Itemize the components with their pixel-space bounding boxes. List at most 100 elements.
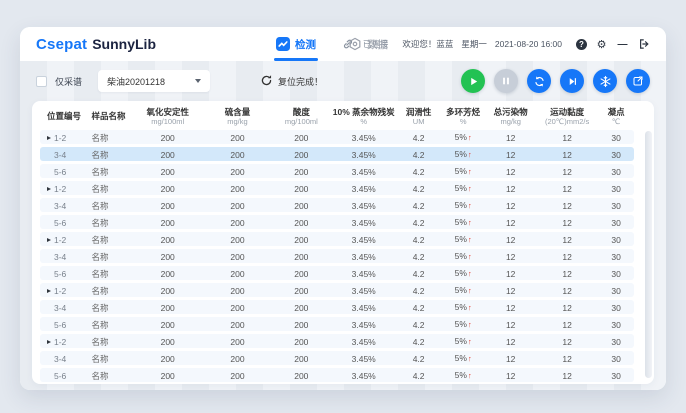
cell-contaminants: 12 xyxy=(485,301,535,315)
cell-viscosity: 12 xyxy=(536,318,598,332)
table-row[interactable]: 5-6名称2002002003.45%4.25%↑121230 xyxy=(40,266,634,280)
app-window: Csepat SunnyLib 检测 数据 已连接 xyxy=(20,27,666,390)
sample-dropdown[interactable]: 柴油20201218 xyxy=(98,70,210,92)
welcome-text: 欢迎您！蓝蓝 xyxy=(402,38,453,50)
column-header: 氧化安定性mg/100ml xyxy=(132,108,203,126)
cell-viscosity: 12 xyxy=(536,148,598,162)
cell-position: 1-2 xyxy=(40,335,85,349)
expand-arrow-icon[interactable] xyxy=(47,136,51,140)
cell-contaminants: 12 xyxy=(485,148,535,162)
vertical-scrollbar[interactable] xyxy=(645,131,652,378)
column-header: 多环芳烃% xyxy=(441,108,486,126)
table-row[interactable]: 1-2名称2002002003.45%4.25%↑121230 xyxy=(40,130,634,144)
cell-position: 5-6 xyxy=(40,318,85,332)
cell-lubricity: 4.2 xyxy=(396,182,441,196)
cell-acidity: 200 xyxy=(272,352,331,366)
cell-sulfur: 200 xyxy=(203,216,271,230)
cell-oxidation: 200 xyxy=(132,165,203,179)
start-button[interactable] xyxy=(461,69,485,93)
cell-freezing: 30 xyxy=(598,148,634,162)
table-row[interactable]: 1-2名称2002002003.45%4.25%↑121230 xyxy=(40,232,634,246)
up-flag-icon: ↑ xyxy=(468,133,472,142)
cell-oxidation: 200 xyxy=(132,216,203,230)
cell-name: 名称 xyxy=(85,284,133,298)
cell-viscosity: 12 xyxy=(536,284,598,298)
cell-viscosity: 12 xyxy=(536,250,598,264)
sample-only-checkbox[interactable] xyxy=(36,76,47,87)
cell-acidity: 200 xyxy=(272,233,331,247)
cell-oxidation: 200 xyxy=(132,301,203,315)
cell-name: 名称 xyxy=(85,216,133,230)
up-flag-icon: ↑ xyxy=(468,286,472,295)
table-row[interactable]: 1-2名称2002002003.45%4.25%↑121230 xyxy=(40,181,634,195)
cell-position: 5-6 xyxy=(40,369,85,383)
table-row[interactable]: 5-6名称2002002003.45%4.25%↑121230 xyxy=(40,215,634,229)
tab-data[interactable]: 数据 xyxy=(348,27,388,61)
table-body: 1-2名称2002002003.45%4.25%↑1212303-4名称2002… xyxy=(40,130,634,382)
cell-oxidation: 200 xyxy=(132,352,203,366)
gear-icon[interactable]: ⚙ xyxy=(595,38,608,51)
table-row[interactable]: 3-4名称2002002003.45%4.25%↑121230 xyxy=(40,147,634,161)
freeze-button[interactable] xyxy=(593,69,617,93)
logout-icon[interactable] xyxy=(637,38,650,51)
reset-status[interactable]: 复位完成！ xyxy=(260,74,323,89)
logo-primary: Csepat xyxy=(36,36,87,53)
sample-only-label[interactable]: 仅采谱 xyxy=(55,75,82,88)
cell-contaminants: 12 xyxy=(485,352,535,366)
cell-freezing: 30 xyxy=(598,318,634,332)
cell-pah: 5%↑ xyxy=(441,334,486,349)
cell-oxidation: 200 xyxy=(132,148,203,162)
cell-sulfur: 200 xyxy=(203,267,271,281)
cell-oxidation: 200 xyxy=(132,318,203,332)
minimize-icon[interactable]: — xyxy=(616,38,629,51)
column-header: 总污染物mg/kg xyxy=(485,108,535,126)
expand-arrow-placeholder xyxy=(47,170,51,174)
tab-detection[interactable]: 检测 xyxy=(276,27,316,61)
cell-oxidation: 200 xyxy=(132,369,203,383)
cell-residue: 3.45% xyxy=(331,216,396,230)
expand-arrow-placeholder xyxy=(47,374,51,378)
cell-position: 3-4 xyxy=(40,199,85,213)
workspace: 仅采谱 柴油20201218 复位完成！ xyxy=(20,61,666,390)
column-header: 位置编号 xyxy=(40,112,85,122)
sync-button[interactable] xyxy=(527,69,551,93)
table-row[interactable]: 5-6名称2002002003.45%4.25%↑121230 xyxy=(40,368,634,382)
cell-lubricity: 4.2 xyxy=(396,267,441,281)
cell-name: 名称 xyxy=(85,335,133,349)
pause-button[interactable] xyxy=(494,69,518,93)
expand-arrow-icon[interactable] xyxy=(47,238,51,242)
table-row[interactable]: 1-2名称2002002003.45%4.25%↑121230 xyxy=(40,283,634,297)
export-button[interactable] xyxy=(626,69,650,93)
cell-freezing: 30 xyxy=(598,233,634,247)
cell-sulfur: 200 xyxy=(203,284,271,298)
table-row[interactable]: 3-4名称2002002003.45%4.25%↑121230 xyxy=(40,300,634,314)
cell-sulfur: 200 xyxy=(203,182,271,196)
table-row[interactable]: 5-6名称2002002003.45%4.25%↑121230 xyxy=(40,317,634,331)
cell-viscosity: 12 xyxy=(536,182,598,196)
expand-arrow-icon[interactable] xyxy=(47,340,51,344)
table-row[interactable]: 3-4名称2002002003.45%4.25%↑121230 xyxy=(40,249,634,263)
cell-lubricity: 4.2 xyxy=(396,335,441,349)
up-flag-icon: ↑ xyxy=(468,184,472,193)
expand-arrow-placeholder xyxy=(47,255,51,259)
skip-button[interactable] xyxy=(560,69,584,93)
cell-acidity: 200 xyxy=(272,284,331,298)
cell-residue: 3.45% xyxy=(331,352,396,366)
cell-name: 名称 xyxy=(85,318,133,332)
expand-arrow-placeholder xyxy=(47,221,51,225)
table-row[interactable]: 3-4名称2002002003.45%4.25%↑121230 xyxy=(40,351,634,365)
cell-name: 名称 xyxy=(85,352,133,366)
cell-contaminants: 12 xyxy=(485,250,535,264)
cell-oxidation: 200 xyxy=(132,182,203,196)
expand-arrow-icon[interactable] xyxy=(47,187,51,191)
cell-acidity: 200 xyxy=(272,182,331,196)
table-row[interactable]: 5-6名称2002002003.45%4.25%↑121230 xyxy=(40,164,634,178)
expand-arrow-icon[interactable] xyxy=(47,289,51,293)
help-icon[interactable]: ? xyxy=(576,39,587,50)
table-row[interactable]: 1-2名称2002002003.45%4.25%↑121230 xyxy=(40,334,634,348)
table-row[interactable]: 3-4名称2002002003.45%4.25%↑121230 xyxy=(40,198,634,212)
cell-pah: 5%↑ xyxy=(441,147,486,162)
logo-secondary: SunnyLib xyxy=(92,36,156,52)
cell-residue: 3.45% xyxy=(331,369,396,383)
cell-freezing: 30 xyxy=(598,250,634,264)
